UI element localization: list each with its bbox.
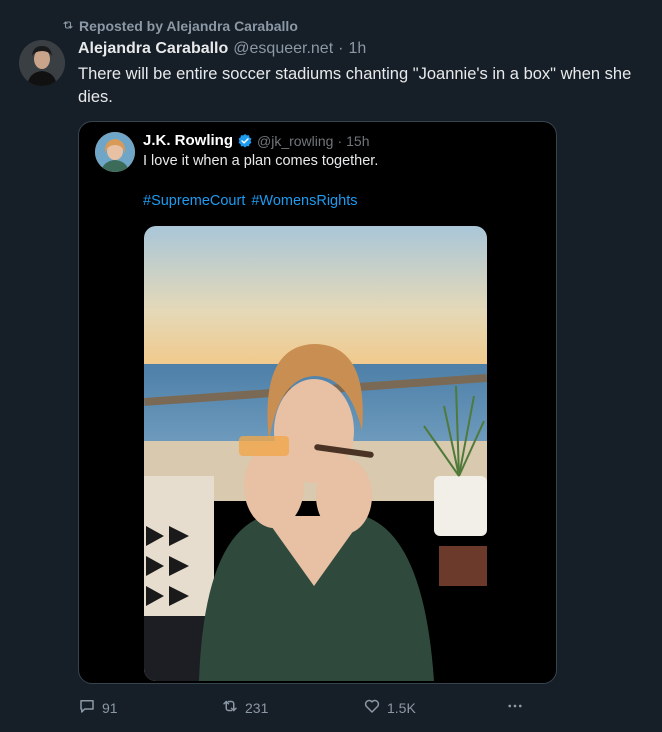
repost-label: Reposted by Alejandra Caraballo bbox=[79, 18, 298, 34]
time-separator: · bbox=[338, 40, 344, 57]
author-avatar[interactable] bbox=[19, 40, 65, 86]
like-count: 1.5K bbox=[387, 699, 416, 716]
post-header: Alejandra Caraballo @esqueer.net · 1h bbox=[78, 40, 643, 58]
reply-count: 91 bbox=[102, 699, 118, 716]
quoted-author-name[interactable]: J.K. Rowling bbox=[143, 132, 233, 149]
repost-count: 231 bbox=[245, 699, 269, 716]
hashtag-link[interactable]: #SupremeCourt bbox=[143, 193, 245, 209]
reply-icon bbox=[78, 697, 96, 718]
repost-icon bbox=[221, 697, 239, 718]
quoted-post-text: I love it when a plan comes together. bbox=[143, 153, 379, 169]
verified-badge-icon bbox=[237, 133, 253, 149]
quoted-author-handle[interactable]: @jk_rowling bbox=[257, 133, 333, 149]
repost-icon bbox=[62, 18, 74, 34]
quoted-hashtags: #SupremeCourt #WomensRights bbox=[143, 193, 357, 209]
hashtag-link[interactable]: #WomensRights bbox=[251, 193, 357, 209]
quoted-post-header: J.K. Rowling @jk_rowling · 15h bbox=[143, 132, 370, 149]
quoted-time-separator: · bbox=[337, 132, 343, 149]
quoted-post-photo[interactable] bbox=[144, 226, 487, 681]
repost-button[interactable]: 231 bbox=[221, 697, 268, 718]
author-name[interactable]: Alejandra Caraballo bbox=[78, 40, 228, 58]
post-text: There will be entire soccer stadiums cha… bbox=[78, 65, 632, 106]
quoted-post[interactable]: J.K. Rowling @jk_rowling · 15h I love it… bbox=[78, 121, 557, 684]
post-time[interactable]: 1h bbox=[348, 40, 366, 58]
post-actions: 91 231 1.5K bbox=[78, 697, 523, 717]
quoted-post-time[interactable]: 15h bbox=[346, 133, 369, 149]
more-options-button[interactable] bbox=[506, 697, 524, 718]
repost-indicator[interactable]: Reposted by Alejandra Caraballo bbox=[62, 18, 298, 34]
more-icon bbox=[506, 697, 524, 718]
author-handle[interactable]: @esqueer.net bbox=[233, 40, 333, 58]
post-content: Alejandra Caraballo @esqueer.net · 1h Th… bbox=[78, 40, 643, 109]
reply-button[interactable]: 91 bbox=[78, 697, 118, 718]
heart-icon bbox=[363, 697, 381, 718]
quoted-author-avatar[interactable] bbox=[95, 132, 135, 172]
like-button[interactable]: 1.5K bbox=[363, 697, 416, 718]
